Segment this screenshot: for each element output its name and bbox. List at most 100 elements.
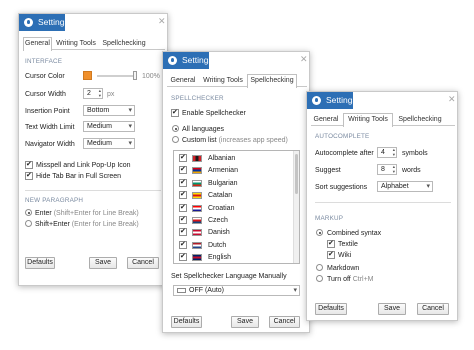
opacity-value: 100%: [142, 73, 160, 80]
misspell-label: Misspell and Link Pop-Up Icon: [36, 162, 131, 169]
cursor-width-stepper[interactable]: 2: [83, 88, 103, 99]
language-row[interactable]: Catalan: [174, 190, 299, 202]
navigator-width-value: Medium: [87, 140, 112, 147]
titlebar: Settings: [19, 14, 69, 31]
titlebar: Settings: [307, 92, 357, 109]
close-icon[interactable]: ✕: [448, 95, 456, 104]
tab-writing-tools[interactable]: Writing Tools: [54, 37, 98, 50]
section-spellchecker: SPELLCHECKER: [171, 95, 224, 102]
language-checkbox[interactable]: [179, 203, 187, 212]
language-row[interactable]: Bulgarian: [174, 178, 299, 190]
language-checkbox[interactable]: [179, 215, 187, 224]
textile-checkbox[interactable]: [327, 239, 335, 248]
tab-general[interactable]: General: [311, 113, 341, 126]
defaults-button[interactable]: Defaults: [171, 316, 202, 328]
all-languages-label: All languages: [182, 126, 225, 133]
wiki-checkbox[interactable]: [327, 250, 335, 259]
language-checkbox[interactable]: [179, 153, 187, 162]
enable-spellchecker-label: Enable Spellchecker: [182, 110, 246, 117]
settings-window-spellchecking: Settings ✕ General Writing Tools Spellch…: [162, 51, 310, 333]
enter-option: Enter (Shift+Enter for Line Break): [35, 210, 139, 217]
suggest-stepper[interactable]: 8: [377, 164, 397, 175]
app-logo-icon: [312, 96, 321, 105]
enable-spellchecker-checkbox[interactable]: [171, 108, 179, 117]
text-width-label: Text Width Limit: [25, 124, 75, 131]
cancel-button[interactable]: Cancel: [127, 257, 159, 269]
autocomplete-after-value: 4: [381, 149, 385, 156]
tab-spellchecking[interactable]: Spellchecking: [100, 37, 148, 50]
language-row[interactable]: Albanian: [174, 153, 299, 165]
language-checkbox[interactable]: [179, 227, 187, 237]
turn-off-radio[interactable]: [316, 275, 323, 282]
hide-tabbar-checkbox[interactable]: [25, 171, 33, 180]
tab-bar: General Writing Tools Spellchecking: [23, 37, 165, 51]
enter-option-label: Enter: [35, 210, 52, 217]
text-width-select[interactable]: Medium: [83, 121, 135, 132]
tab-spellchecking[interactable]: Spellchecking: [395, 113, 445, 126]
all-languages-radio[interactable]: [172, 125, 179, 132]
opacity-slider-track[interactable]: [97, 75, 137, 77]
shift-enter-option-label: Shift+Enter: [35, 221, 70, 228]
custom-list-option: Custom list (increases app speed): [182, 137, 288, 144]
language-name: Danish: [208, 229, 230, 237]
language-row[interactable]: English: [174, 252, 299, 263]
flag-icon: [192, 241, 202, 249]
cursor-width-value: 2: [87, 90, 91, 97]
tab-spellchecking[interactable]: Spellchecking: [247, 74, 297, 88]
cancel-button[interactable]: Cancel: [417, 303, 449, 315]
app-logo-icon: [168, 56, 177, 65]
save-button[interactable]: Save: [378, 303, 406, 315]
language-checkbox[interactable]: [179, 165, 187, 175]
flag-icon: [192, 254, 202, 262]
sort-suggestions-select[interactable]: Alphabet: [377, 181, 433, 192]
flag-icon: [192, 167, 202, 175]
keyboard-icon: [177, 287, 186, 293]
language-checkbox[interactable]: [179, 190, 187, 200]
language-row[interactable]: Armenian: [174, 165, 299, 177]
suggest-value: 8: [381, 166, 385, 173]
language-checkbox[interactable]: [179, 178, 187, 187]
cursor-color-label: Cursor Color: [25, 73, 65, 80]
defaults-button[interactable]: Defaults: [315, 303, 347, 315]
combined-syntax-radio[interactable]: [316, 229, 323, 236]
manual-language-select[interactable]: OFF (Auto): [173, 285, 300, 296]
language-checkbox[interactable]: [179, 252, 187, 262]
language-list[interactable]: Albanian Armenian Bulgarian Catalan Croatian…: [173, 150, 300, 264]
sort-suggestions-label: Sort suggestions: [315, 184, 368, 191]
combined-syntax-label: Combined syntax: [327, 230, 382, 237]
language-checkbox[interactable]: [179, 240, 187, 249]
save-button[interactable]: Save: [89, 257, 117, 269]
language-row[interactable]: Czech: [174, 215, 299, 227]
shift-enter-radio[interactable]: [25, 220, 32, 227]
language-row[interactable]: Danish: [174, 227, 299, 239]
save-button[interactable]: Save: [231, 316, 259, 328]
divider: [315, 202, 451, 203]
markdown-label: Markdown: [327, 265, 360, 272]
custom-list-radio[interactable]: [172, 136, 179, 143]
flag-icon: [192, 179, 202, 187]
markdown-radio[interactable]: [316, 264, 323, 271]
window-title: Settings: [326, 95, 357, 105]
cursor-color-swatch[interactable]: [83, 71, 92, 80]
insertion-point-select[interactable]: Bottom: [83, 105, 135, 116]
defaults-button[interactable]: Defaults: [25, 257, 55, 269]
navigator-width-select[interactable]: Medium: [83, 138, 135, 149]
misspell-checkbox[interactable]: [25, 160, 33, 169]
tab-writing-tools[interactable]: Writing Tools: [201, 74, 245, 87]
language-name: Bulgarian: [208, 179, 238, 187]
enter-radio[interactable]: [25, 209, 32, 216]
tab-bar: General Writing Tools Spellchecking: [311, 113, 455, 127]
cursor-width-label: Cursor Width: [25, 91, 66, 98]
language-row[interactable]: Croatian: [174, 203, 299, 215]
language-row[interactable]: Dutch: [174, 240, 299, 252]
tab-writing-tools[interactable]: Writing Tools: [343, 113, 393, 127]
tab-general[interactable]: General: [23, 37, 52, 51]
close-icon[interactable]: ✕: [300, 55, 308, 64]
opacity-slider-handle[interactable]: [133, 71, 137, 80]
cancel-button[interactable]: Cancel: [269, 316, 300, 328]
language-name: Croatian: [208, 204, 235, 212]
autocomplete-after-stepper[interactable]: 4: [377, 147, 397, 158]
close-icon[interactable]: ✕: [158, 17, 166, 26]
autocomplete-after-unit: symbols: [402, 150, 428, 157]
tab-general[interactable]: General: [167, 74, 199, 87]
